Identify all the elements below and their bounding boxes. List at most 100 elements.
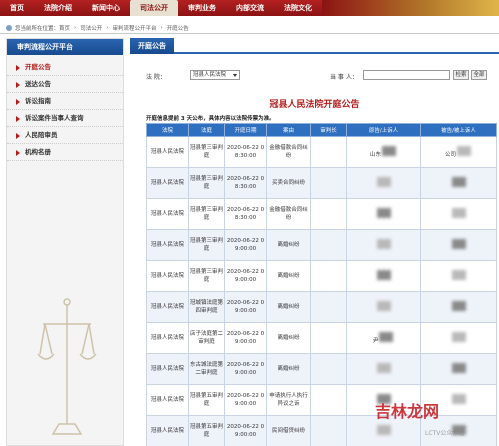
cell-date: 2020-06-22 08:30:00: [224, 198, 267, 230]
sidebar-item-hearing-notice[interactable]: 开庭公告: [7, 59, 123, 76]
notice-title: 冠县人民法院开庭公告: [269, 100, 360, 110]
arrow-right-icon: [16, 133, 20, 139]
cell-plaintiff: [346, 167, 421, 199]
breadcrumb-current: 开庭公告: [166, 25, 189, 32]
cell-court: 冠县人民法院: [146, 198, 189, 230]
nav-court-culture[interactable]: 法院文化: [274, 0, 322, 16]
breadcrumb: 您当前所在位置：首页 › 司法公开 › 审判流程公开平台 › 开庭公告: [0, 22, 499, 34]
redacted-name: [451, 176, 466, 187]
cell-date: 2020-06-22 09:00:00: [224, 384, 267, 416]
nav-court-intro[interactable]: 法院介绍: [34, 0, 82, 16]
cell-courtroom: 冠县第三审判庭: [188, 136, 225, 168]
cell-judge: [310, 322, 347, 354]
cell-plaintiff: [346, 229, 421, 261]
show-all-button[interactable]: 全部: [471, 70, 487, 80]
cell-defendant: [420, 322, 497, 354]
redacted-name: [451, 331, 466, 342]
cell-cause: 买卖合同纠纷: [266, 167, 311, 199]
cell-court: 冠县人民法院: [146, 167, 189, 199]
cell-court: 冠县人民法院: [146, 322, 189, 354]
sidebar: 审判流程公开平台 开庭公告 送达公告 诉讼指南 诉讼案件当事人查询 人民陪审员 …: [6, 38, 124, 446]
location-icon: [6, 24, 12, 31]
filter-bar: 法 院： 冠县人民法院 当 事 人： 检索 全部: [130, 70, 499, 82]
table-row: 冠县人民法院 冠城镇法庭第四审判庭 2020-06-22 09:00:00 离婚纠纷: [146, 291, 497, 323]
sidebar-item-directory[interactable]: 机构名册: [7, 144, 123, 161]
arrow-right-icon: [16, 116, 20, 122]
table-row: 冠县人民法院 冠县第五审判庭 2020-06-22 09:00:00 申请执行人执行异…: [146, 384, 497, 416]
table-row: 冠县人民法院 冠县第三审判庭 2020-06-22 08:30:00 金融借款合同纠纷: [146, 198, 497, 230]
nav-judicial-openness[interactable]: 司法公开: [130, 0, 178, 16]
cell-courtroom: 冠县第三审判庭: [188, 167, 225, 199]
breadcrumb-sep: ›: [106, 24, 109, 31]
watermark-logo: 吉林龙网: [375, 402, 440, 421]
top-navigation: 首页 法院介绍 新闻中心 司法公开 审判业务 内部交流 法院文化: [0, 0, 499, 16]
cell-cause: 金融借款合同纠纷: [266, 136, 311, 168]
nav-trial-business[interactable]: 审判业务: [178, 0, 226, 16]
breadcrumb-platform[interactable]: 审判流程公开平台: [112, 24, 156, 32]
nav-news[interactable]: 新闻中心: [82, 0, 130, 16]
sidebar-item-label: 开庭公告: [25, 63, 51, 71]
sidebar-item-jurors[interactable]: 人民陪审员: [7, 127, 123, 144]
cell-defendant: [420, 167, 497, 199]
breadcrumb-prefix[interactable]: 您当前所在位置：首页: [15, 24, 70, 32]
cell-plaintiff: 山东: [346, 136, 421, 168]
nav-home[interactable]: 首页: [0, 0, 34, 16]
redacted-name: [451, 269, 466, 280]
redacted-name: [376, 207, 391, 218]
cell-court: 冠县人民法院: [146, 229, 189, 261]
column-header-court: 法院: [146, 123, 189, 137]
sidebar-item-label: 诉讼案件当事人查询: [25, 114, 84, 122]
cell-judge: [310, 353, 347, 385]
redacted-name: [451, 238, 466, 249]
cell-court: 冠县人民法院: [146, 136, 189, 168]
search-button[interactable]: 检索: [453, 70, 469, 80]
breadcrumb-sep: ›: [160, 24, 163, 31]
redacted-name: [376, 176, 391, 187]
cell-defendant: 公司: [420, 136, 497, 168]
cell-date: 2020-06-22 09:00:00: [224, 415, 267, 446]
column-header-date: 开庭日期: [224, 123, 267, 137]
nav-internal-exchange[interactable]: 内部交流: [226, 0, 274, 16]
sidebar-item-label: 诉讼指南: [25, 97, 51, 105]
breadcrumb-judicial[interactable]: 司法公开: [80, 24, 102, 32]
sidebar-item-label: 送达公告: [25, 80, 51, 88]
redacted-name: [451, 300, 466, 311]
cell-cause: 民间借贷纠纷: [266, 415, 311, 446]
party-search-input[interactable]: [363, 70, 450, 80]
breadcrumb-sep: ›: [74, 24, 77, 31]
cell-date: 2020-06-22 09:00:00: [224, 260, 267, 292]
cell-date: 2020-06-22 09:00:00: [224, 229, 267, 261]
table-row: 冠县人民法院 店子法庭第二审判庭 2020-06-22 09:00:00 离婚纠纷 尹: [146, 322, 497, 354]
cell-court: 冠县人民法院: [146, 353, 189, 385]
sidebar-item-service-notice[interactable]: 送达公告: [7, 76, 123, 93]
cell-defendant: [420, 229, 497, 261]
cell-cause: 离婚纠纷: [266, 322, 311, 354]
cell-date: 2020-06-22 09:00:00: [224, 322, 267, 354]
cell-cause: 离婚纠纷: [266, 291, 311, 323]
cell-date: 2020-06-22 08:30:00: [224, 167, 267, 199]
main-header: 开庭公告: [130, 38, 499, 54]
party-label: 当 事 人：: [330, 74, 358, 81]
court-select[interactable]: 冠县人民法院: [190, 70, 240, 80]
redacted-name: [451, 362, 466, 373]
cell-cause: 离婚纠纷: [266, 229, 311, 261]
cell-courtroom: 冠城镇法庭第四审判庭: [188, 291, 225, 323]
sidebar-item-litigation-guide[interactable]: 诉讼指南: [7, 93, 123, 110]
court-label: 法 院：: [146, 74, 166, 81]
cell-judge: [310, 198, 347, 230]
redacted-name: [451, 393, 466, 404]
sidebar-title: 审判流程公开平台: [7, 39, 123, 55]
cell-judge: [310, 229, 347, 261]
table-row: 冠县人民法院 冠县第三审判庭 2020-06-22 08:30:00 金融借款合同纠纷…: [146, 136, 497, 168]
sidebar-menu: 开庭公告 送达公告 诉讼指南 诉讼案件当事人查询 人民陪审员 机构名册: [7, 55, 123, 161]
cell-courtroom: 冠县第五审判庭: [188, 415, 225, 446]
notice-description: 开庭信息提前 3 天公布，具体内容以法院传票为准。: [146, 116, 275, 122]
cell-defendant: [420, 353, 497, 385]
cell-court: 冠县人民法院: [146, 291, 189, 323]
sidebar-item-party-query[interactable]: 诉讼案件当事人查询: [7, 110, 123, 127]
tab-hearing-notice[interactable]: 开庭公告: [130, 38, 174, 54]
table-header-row: 法院 法庭 开庭日期 案由 审判长 原告/上诉人 被告/被上诉人: [146, 123, 497, 137]
redacted-name: [382, 145, 396, 156]
cell-defendant: [420, 291, 497, 323]
cell-court: 冠县人民法院: [146, 384, 189, 416]
